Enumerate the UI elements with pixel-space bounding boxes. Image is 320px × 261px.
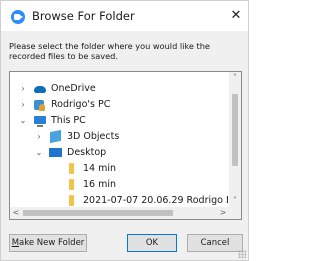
expand-chevron-icon[interactable]: › <box>18 97 28 113</box>
tree-item-label: 3D Objects <box>67 131 120 142</box>
computer-icon <box>34 116 46 127</box>
tree-item-desktop[interactable]: ⌄ Desktop <box>34 145 228 161</box>
tree-item-label: Rodrigo's PC <box>51 99 111 110</box>
expand-chevron-icon[interactable]: › <box>18 81 28 97</box>
horizontal-scrollbar[interactable]: < > <box>10 207 229 219</box>
scroll-up-icon[interactable]: ˄ <box>229 72 241 84</box>
button-label: ake New Folder <box>19 238 85 248</box>
tree-item-this-pc[interactable]: ⌄ This PC <box>18 113 228 129</box>
cancel-button[interactable]: Cancel <box>187 234 243 252</box>
instruction-text: Please select the folder where you would… <box>9 41 210 61</box>
mnemonic-letter: M <box>11 238 20 248</box>
tree-item-label: This PC <box>51 115 86 126</box>
tree-item-onedrive[interactable]: › OneDrive <box>18 81 228 97</box>
3d-objects-icon <box>50 129 61 144</box>
make-new-folder-button[interactable]: Make New Folder <box>9 234 87 252</box>
close-button[interactable]: ✕ <box>227 7 245 25</box>
vertical-scroll-thumb[interactable] <box>232 94 238 166</box>
scrollbar-corner <box>229 207 241 219</box>
tree-item-16-min[interactable]: 16 min <box>66 177 228 193</box>
tree-item-label: 14 min <box>83 163 117 174</box>
scroll-down-icon[interactable]: ˅ <box>229 195 241 207</box>
scroll-left-icon[interactable]: < <box>10 207 22 219</box>
folder-icon <box>69 163 74 174</box>
ok-button[interactable]: OK <box>127 234 177 252</box>
expand-chevron-icon[interactable]: › <box>34 129 44 145</box>
horizontal-scroll-thumb[interactable] <box>23 210 173 216</box>
folder-icon <box>69 179 74 190</box>
vertical-scrollbar[interactable]: ˄ ˅ <box>229 72 241 207</box>
resize-grip-icon[interactable] <box>238 250 246 258</box>
collapse-chevron-icon[interactable]: ⌄ <box>18 113 28 129</box>
scroll-right-icon[interactable]: > <box>217 207 229 219</box>
tree-item-14-min[interactable]: 14 min <box>66 161 228 177</box>
folder-icon <box>69 195 74 206</box>
browse-for-folder-dialog: Browse For Folder ✕ Please select the fo… <box>0 0 249 261</box>
title-bar: Browse For Folder ✕ <box>1 1 248 31</box>
tree-item-3d-objects[interactable]: › 3D Objects <box>34 129 228 145</box>
tree-item-label: 16 min <box>83 179 117 190</box>
tree-item-label: Desktop <box>67 147 107 158</box>
dialog-title: Browse For Folder <box>32 9 135 23</box>
collapse-chevron-icon[interactable]: ⌄ <box>34 145 44 161</box>
tree-item-label: OneDrive <box>51 83 96 94</box>
user-folder-icon <box>34 100 45 111</box>
desktop-icon <box>49 148 62 157</box>
cloud-icon <box>34 86 46 93</box>
tree-item-rodrigos-pc[interactable]: › Rodrigo's PC <box>18 97 228 113</box>
zoom-app-icon <box>11 10 25 24</box>
folder-tree[interactable]: › OneDrive › Rodrigo's PC ⌄ This PC › 3D… <box>9 71 242 220</box>
